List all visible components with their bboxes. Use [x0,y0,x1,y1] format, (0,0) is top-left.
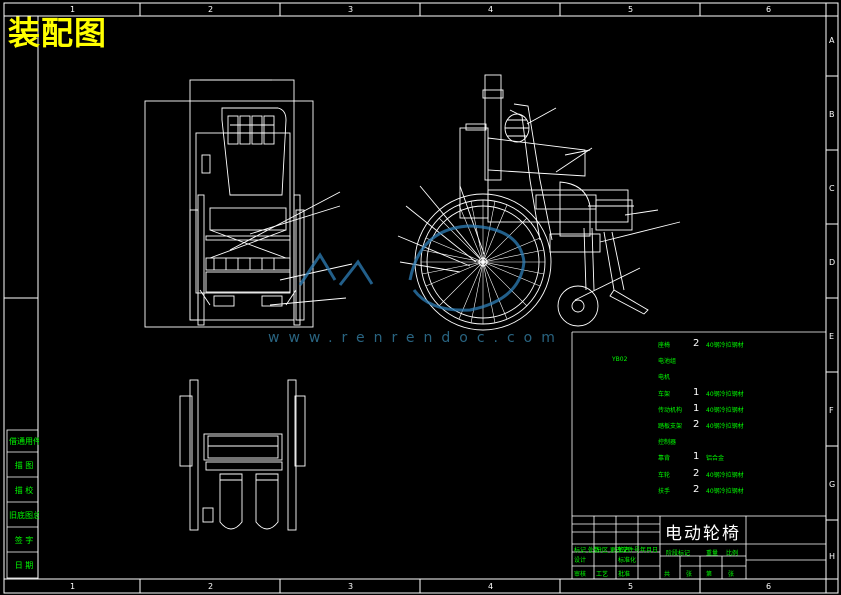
title-block-cell: 设计 [574,557,587,564]
grid-column-label: 3 [348,5,354,14]
bottom-view [179,379,306,531]
bom-part-name: 电池组 [658,358,677,366]
grid-column-label: 5 [628,582,634,591]
drawing-title: 装配图 [8,14,108,52]
bom-part-qty: 2 [693,419,700,430]
bom-part-qty: 1 [693,451,700,463]
bom-part-name: 座椅 [658,342,671,349]
bom-part-material: 铝合金 [706,455,725,463]
grid-row-label: C [829,184,835,193]
grid-row-label: G [829,480,836,489]
bom-part-name: 电机 [658,374,671,382]
side-cell-label: 借通用件登记 [9,437,39,446]
bom-part-material: 40钢冷拉钢材 [706,487,744,495]
grid-column-label: 6 [766,5,772,14]
side-cell-label: 签 字 [14,536,34,545]
title-block-cell: 张 [728,571,735,578]
grid-column-label: 5 [628,5,634,14]
bom-part-name: 车轮 [658,471,671,479]
bom-part-name: 踏板支架 [658,423,683,430]
bom-part-material: 40钢冷拉钢材 [706,423,744,430]
bom-part-name: 靠背 [658,455,671,463]
bom-left-label: YB02 [612,356,628,363]
bom-part-qty: 1 [693,402,700,414]
grid-row-label: D [829,258,836,267]
grid-row-label: B [829,110,835,119]
grid-column-label: 1 [70,582,76,591]
bom-part-material: 40钢冷拉钢材 [706,406,744,414]
grid-row-label: H [829,552,836,561]
grid-column-label: 2 [208,5,214,14]
grid-row-label: F [829,406,834,415]
grid-column-label: 2 [208,582,214,591]
bom-part-name: 控制器 [658,439,677,447]
side-cell-label: 描 图 [14,461,34,470]
drawing-name: 电动轮椅 [665,524,741,544]
grid-row-label: A [829,36,835,45]
grid-column-label: 4 [488,5,494,14]
title-block-cell: 审核 [574,571,587,578]
assembly-drawing [3,2,839,594]
bom-part-material: 40钢冷拉钢材 [706,471,744,479]
side-stamp-table [6,429,39,579]
grid-column-label: 3 [348,582,354,591]
bom-part-qty: 2 [693,338,700,349]
title-block-cell: 签名 [618,547,631,554]
bom-part-name: 传动机构 [658,406,683,414]
title-block-cell: 标准化 [618,557,637,564]
bom-part-qty: 2 [693,483,700,495]
grid-column-label: 4 [488,582,494,591]
title-block-cell: 阶段标记 [666,550,691,557]
title-block-cell: 比例 [726,550,739,557]
title-block-cell: 共 [664,571,671,578]
grid-column-label: 6 [766,582,772,591]
bom-part-name: 车架 [658,390,671,398]
bom-part-material: 40钢冷拉钢材 [706,390,744,398]
title-block-cell: 重量 [706,550,719,557]
side-cell-label: 描 校 [14,486,34,495]
watermark-text: www.renrendoc.com [268,330,564,346]
bom-part-material: 40钢冷拉钢材 [706,342,744,349]
bom-part-qty: 2 [693,467,700,479]
title-block-cell: 张 [686,571,693,578]
title-block-cell: 工艺 [596,571,609,578]
bom-part-qty: 1 [693,386,700,398]
front-view [144,79,353,328]
title-block-cell: 年月日 [640,547,659,554]
side-cell-label: 旧底图总号 [9,511,39,520]
title-block-cell: 批准 [618,571,631,578]
side-cell-label: 日 期 [14,561,34,570]
grid-row-label: E [829,332,835,341]
title-block-cell: 第 [706,571,713,578]
bom-part-name: 扶手 [658,487,671,495]
grid-column-label: 1 [70,5,76,14]
